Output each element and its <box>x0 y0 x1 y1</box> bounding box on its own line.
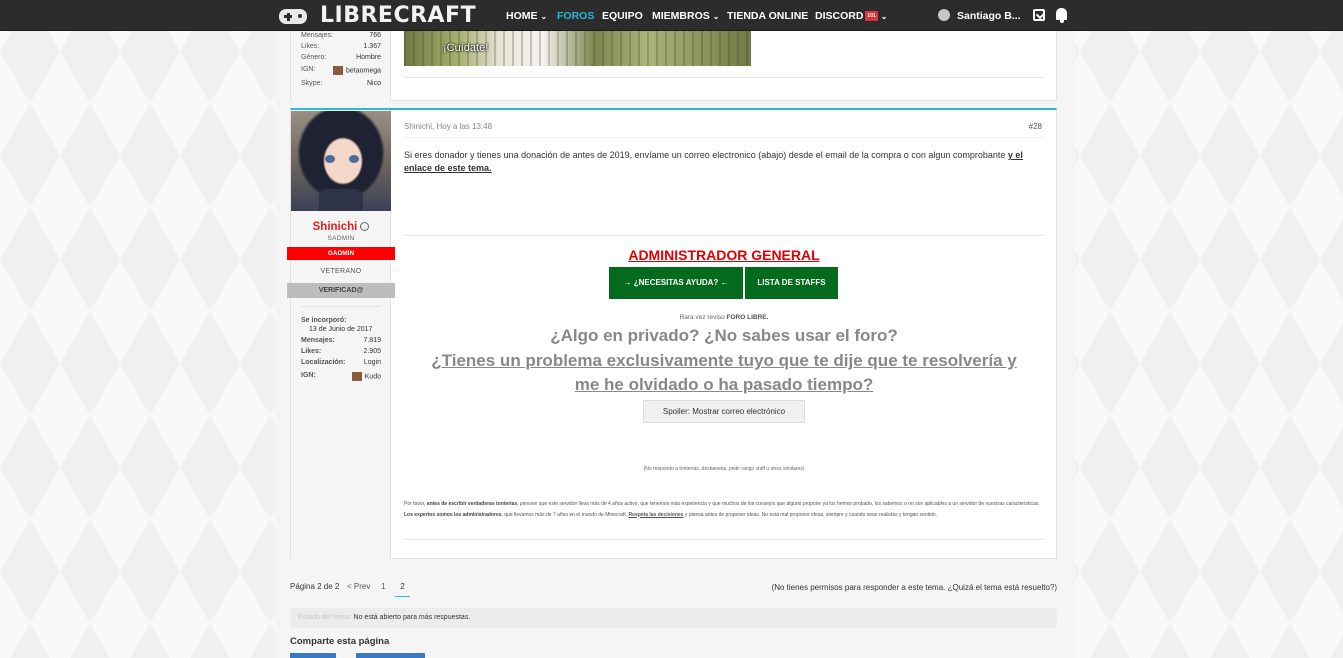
divider <box>301 306 381 307</box>
minecraft-head-icon <box>351 372 362 381</box>
avatar[interactable] <box>291 111 391 211</box>
user-title: SADMIN <box>327 235 355 242</box>
post-body: Si eres donador y tienes una donación de… <box>404 150 1023 173</box>
post-user-info: Shinichi SADMIN GADMIN VETERANO VERIFICA… <box>287 110 395 559</box>
bell-icon[interactable] <box>1056 8 1067 23</box>
signature-note: Rara vez reviso FORO LIBRE. <box>679 314 769 321</box>
rank-label: VETERANO <box>320 268 362 275</box>
page-1-link[interactable]: 1 <box>381 582 385 591</box>
divider <box>404 77 1044 78</box>
user-avatar[interactable] <box>938 9 950 21</box>
signature-title: ADMINISTRADOR GENERAL <box>628 247 820 263</box>
page-2-current[interactable]: 2 <box>395 580 410 597</box>
nav-discord[interactable]: DISCORD 101 ⌄ <box>815 10 887 22</box>
signature-disclaimer: (No respondo a tonterías, desbaneos, ped… <box>643 466 805 472</box>
previous-post-user-info: Mensajes: 766 Likes: 1.367 Género: Hombre I… <box>291 31 391 101</box>
role-badge: GADMIN <box>287 247 395 260</box>
discord-count-badge: 101 <box>865 11 878 22</box>
joined-value: 13 de Junio de 2017 <box>309 326 373 333</box>
signature-heading: ¿Algo en privado? ¿No sabes usar el foro… <box>550 326 898 345</box>
share-button-facebook[interactable] <box>290 653 336 658</box>
nav-miembros[interactable]: MIEMBROS ⌄ <box>652 10 719 22</box>
main-content: Mensajes: 766 Likes: 1.367 Género: Hombre I… <box>276 31 1075 658</box>
rules-link[interactable]: Respeta las decisiones <box>629 512 684 518</box>
joined-label: Se incorporó: <box>301 317 347 324</box>
help-button[interactable]: → ¿NECESITAS AYUDA? ← <box>609 267 743 299</box>
thread-status: Estado del tema: No está abierto para más… <box>290 608 1057 628</box>
share-button-twitter[interactable] <box>356 653 425 658</box>
image-caption: ¡Cuídate! <box>443 42 489 54</box>
post-permalink[interactable]: #28 <box>1029 122 1042 131</box>
author-name[interactable]: Shinichi <box>291 221 391 233</box>
staff-list-button[interactable]: LISTA DE STAFFS <box>745 267 838 299</box>
minecraft-head-icon <box>332 66 343 75</box>
no-permission-notice: (No tienes permisos para responder a est… <box>771 583 1057 592</box>
chevron-down-icon: ⌄ <box>712 12 720 21</box>
top-navbar: LIBRECRAFT HOME ⌄ FOROS EQUIPO MIEMBROS ⌄ … <box>0 0 1343 31</box>
inbox-icon[interactable] <box>1033 9 1045 21</box>
previous-post: Mensajes: 766 Likes: 1.367 Género: Hombre I… <box>290 31 1057 101</box>
post-meta[interactable]: Shinichi, Hoy a las 13:48 <box>404 122 492 131</box>
prev-page-link[interactable]: < Prev <box>347 582 370 591</box>
verified-check-icon <box>360 222 370 232</box>
spoiler-button[interactable]: Spoiler: Mostrar correo electrónico <box>643 400 805 423</box>
signature-link-line-1[interactable]: ¿Tienes un problema exclusivamente tuyo … <box>404 351 1044 371</box>
site-logo[interactable]: LIBRECRAFT <box>320 3 476 28</box>
share-title: Comparte esta página <box>290 636 390 647</box>
divider <box>404 539 1044 540</box>
nav-home[interactable]: HOME ⌄ <box>506 10 547 22</box>
chevron-down-icon: ⌄ <box>880 12 888 21</box>
gamepad-logo-icon[interactable] <box>279 9 307 24</box>
signature-link-line-2[interactable]: me he olvidado o ha pasado tiempo? <box>404 375 1044 395</box>
nav-foros[interactable]: FOROS <box>557 10 594 22</box>
verified-badge: VERIFICAD@ <box>287 283 395 298</box>
divider <box>404 137 1044 138</box>
nav-tienda-online[interactable]: TIENDA ONLINE <box>727 10 808 22</box>
post-28: Shinichi SADMIN GADMIN VETERANO VERIFICA… <box>287 108 1057 559</box>
signature-paragraph: Por favor, antes de escribir verdaderas … <box>404 501 1040 518</box>
chevron-down-icon: ⌄ <box>540 12 548 21</box>
signature-divider <box>404 235 1044 236</box>
user-menu[interactable]: Santiago B... <box>957 10 1021 22</box>
page-indicator: Página 2 de 2 <box>290 582 340 591</box>
nav-equipo[interactable]: EQUIPO <box>602 10 643 22</box>
